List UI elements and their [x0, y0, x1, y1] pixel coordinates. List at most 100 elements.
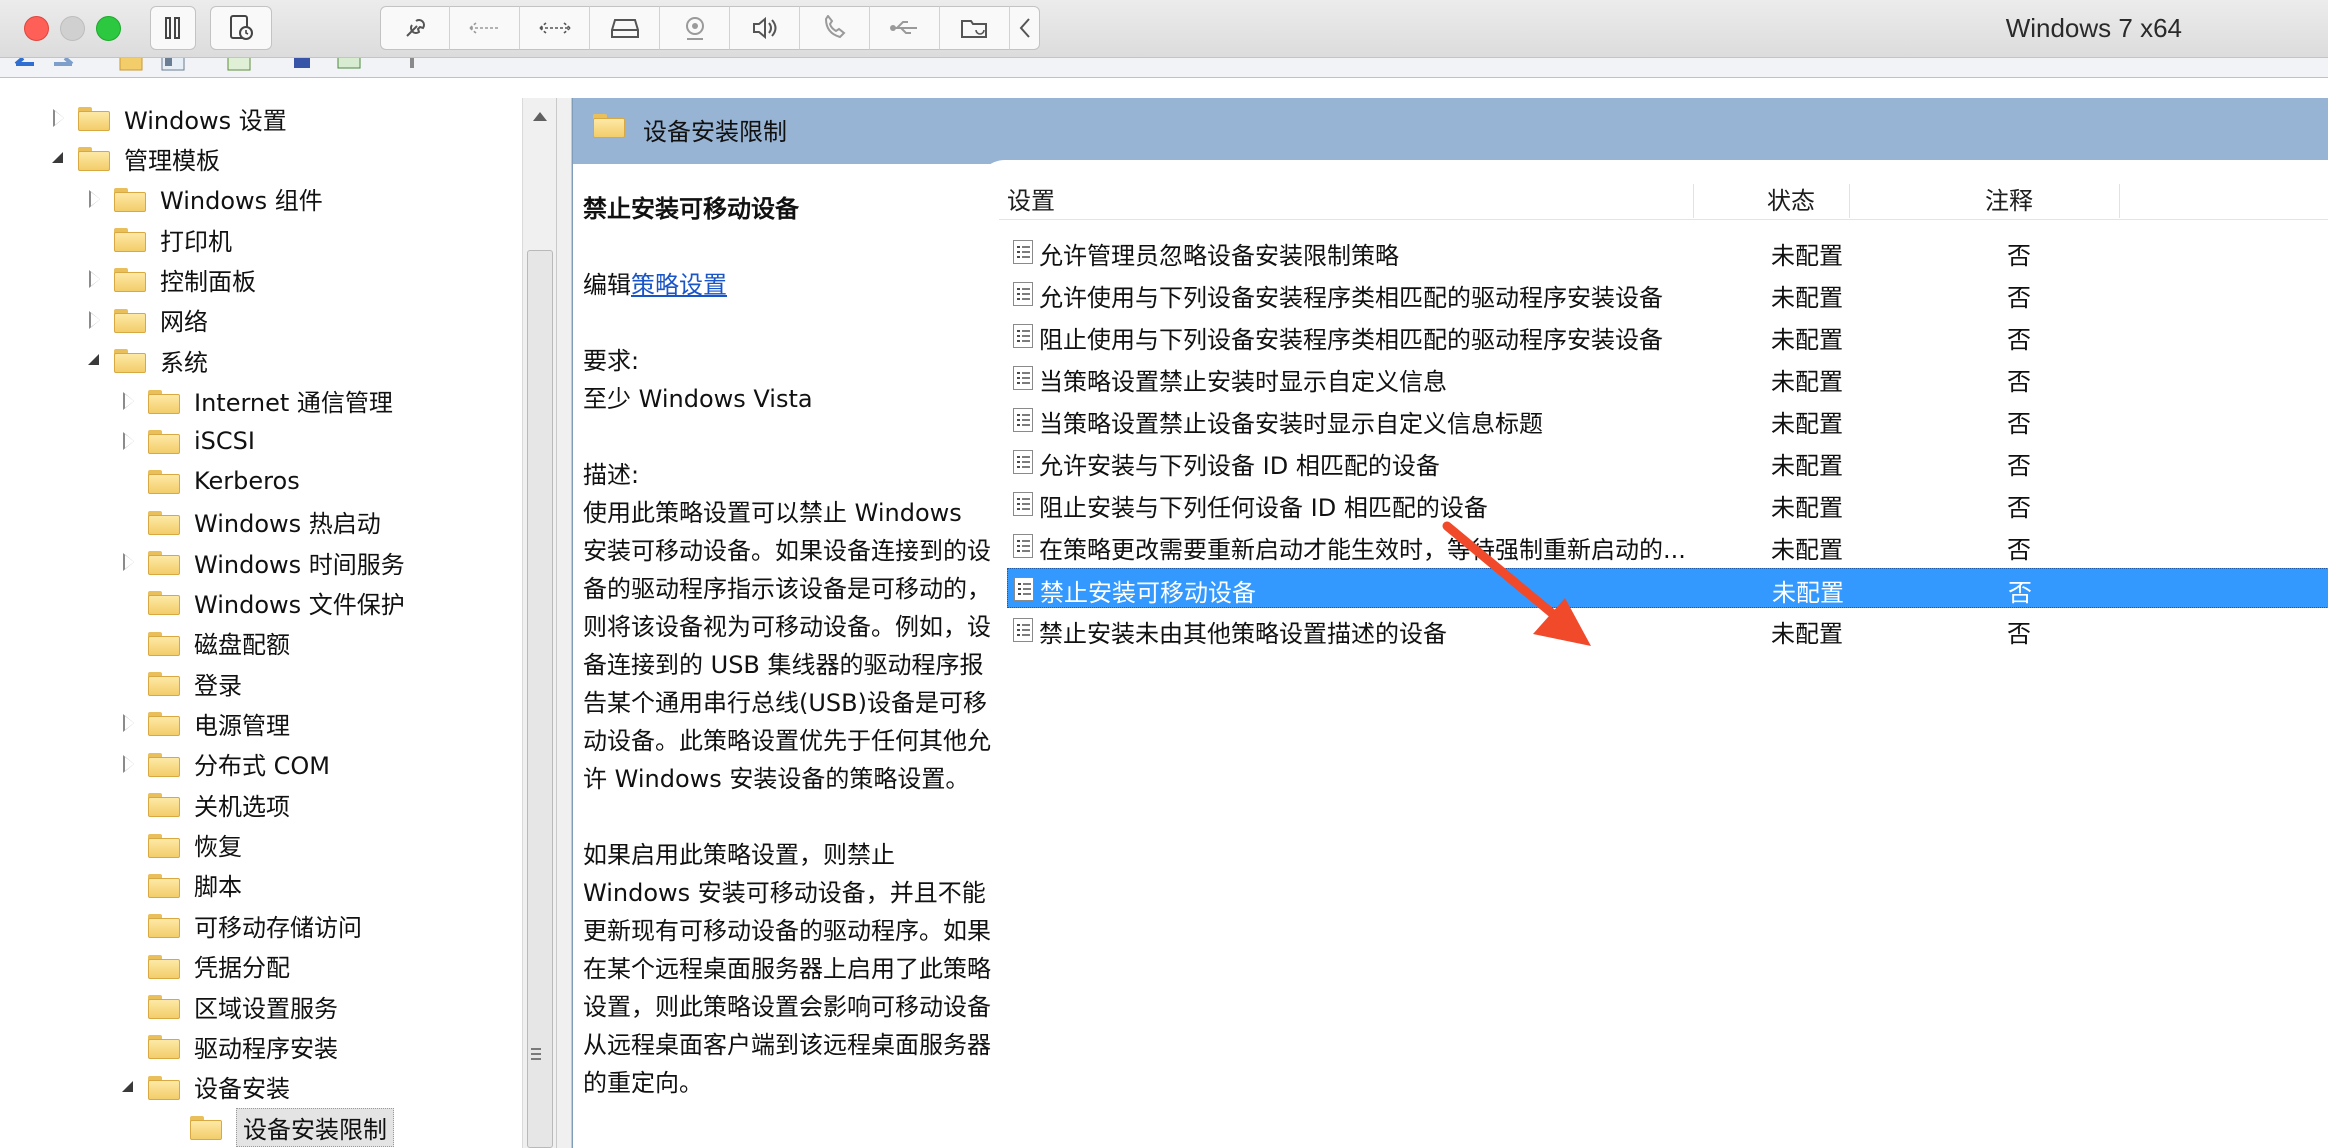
window-maximize-button[interactable] [96, 16, 121, 41]
tree-item[interactable]: 恢复 [120, 825, 242, 865]
policy-row[interactable]: 允许安装与下列设备 ID 相匹配的设备 未配置 否 [1007, 442, 2328, 482]
column-header-state[interactable]: 状态 [1767, 182, 1815, 220]
window-minimize-button[interactable] [60, 16, 85, 41]
collapse-toolbar-button[interactable] [1010, 6, 1040, 50]
column-separator[interactable] [1693, 184, 1694, 218]
policy-row[interactable]: 阻止使用与下列设备安装程序类相匹配的驱动程序安装设备 未配置 否 [1007, 316, 2328, 356]
tree-item[interactable]: 可移动存储访问 [120, 905, 362, 945]
window-close-button[interactable] [24, 16, 49, 41]
folder-icon [114, 347, 146, 374]
tree-item[interactable]: 管理模板 [50, 138, 220, 178]
tree-scrollbar[interactable] [522, 98, 556, 1148]
tree-item[interactable]: Windows 文件保护 [120, 582, 405, 622]
collapsed-arrow-icon[interactable] [50, 98, 70, 138]
pause-button[interactable] [150, 6, 196, 50]
expanded-arrow-icon[interactable] [50, 138, 70, 178]
column-header-setting[interactable]: 设置 [1007, 182, 1055, 220]
policy-row[interactable]: 允许使用与下列设备安装程序类相匹配的驱动程序安装设备 未配置 否 [1007, 274, 2328, 314]
tree-item[interactable]: 控制面板 [86, 259, 256, 299]
tree-item[interactable]: 设备安装 [120, 1067, 290, 1107]
policy-row[interactable]: 当策略设置禁止安装时显示自定义信息 未配置 否 [1007, 358, 2328, 398]
policy-row[interactable]: 禁止安装可移动设备 未配置 否 [1007, 568, 2328, 608]
collapsed-arrow-icon[interactable] [120, 421, 140, 461]
tree-item[interactable]: Windows 组件 [86, 179, 323, 219]
collapsed-arrow-icon[interactable] [120, 381, 140, 421]
show-hide-tree-icon[interactable] [160, 58, 186, 72]
collapsed-arrow-icon[interactable] [120, 703, 140, 743]
pane-splitter[interactable] [556, 98, 572, 1148]
tree-item[interactable]: 凭据分配 [120, 946, 290, 986]
tree-item[interactable]: iSCSI [120, 421, 255, 461]
tree-item-label: 可移动存储访问 [194, 913, 362, 942]
folder-icon [148, 1033, 180, 1060]
tree-scrollbar-thumb[interactable] [527, 250, 553, 1148]
shared-folder-button[interactable] [940, 6, 1010, 50]
tree-item[interactable]: Windows 设置 [50, 98, 287, 138]
tree-item[interactable]: 关机选项 [120, 784, 290, 824]
hard-disk-button[interactable] [590, 6, 660, 50]
back-arrow-icon[interactable] [12, 58, 38, 72]
action-pane-icon[interactable] [336, 58, 362, 72]
tree-item[interactable]: Windows 时间服务 [120, 542, 405, 582]
network-forward-button[interactable] [520, 6, 590, 50]
scroll-up-arrow-icon[interactable] [533, 112, 547, 121]
tree-item[interactable]: Kerberos [120, 461, 300, 501]
tree-item[interactable]: 登录 [120, 663, 242, 703]
tree-item-label: 凭据分配 [194, 954, 290, 983]
collapsed-arrow-icon[interactable] [120, 542, 140, 582]
tree-item[interactable]: 设备安装限制 [162, 1107, 394, 1147]
policy-row[interactable]: 当策略设置禁止设备安装时显示自定义信息标题 未配置 否 [1007, 400, 2328, 440]
vm-title-bar: Windows 7 x64 [0, 0, 2328, 58]
tree-item-label: Windows 组件 [160, 187, 323, 216]
tree-item[interactable]: Internet 通信管理 [120, 381, 393, 421]
export-list-icon[interactable] [226, 58, 252, 72]
column-separator[interactable] [2119, 184, 2120, 218]
collapsed-arrow-icon[interactable] [120, 744, 140, 784]
expanded-arrow-icon[interactable] [120, 1067, 140, 1107]
edit-policy-link[interactable]: 策略设置 [631, 271, 727, 299]
microphone-button[interactable] [800, 6, 870, 50]
tree-item[interactable]: 脚本 [120, 865, 242, 905]
speaker-button[interactable] [730, 6, 800, 50]
tree-item[interactable]: Windows 热启动 [120, 502, 381, 542]
policy-row[interactable]: 允许管理员忽略设备安装限制策略 未配置 否 [1007, 232, 2328, 272]
policy-setting-icon [1013, 618, 1033, 642]
policy-row[interactable]: 在策略更改需要重新启动才能生效时，等待强制重新启动的... 未配置否 [1007, 526, 2328, 566]
tree-item[interactable]: 电源管理 [120, 703, 290, 743]
column-separator[interactable] [1849, 184, 1850, 218]
tree-item-label: 控制面板 [160, 267, 256, 296]
folder-icon [148, 468, 180, 495]
snapshot-button[interactable] [210, 6, 272, 50]
policy-row[interactable]: 阻止安装与下列任何设备 ID 相匹配的设备 未配置 否 [1007, 484, 2328, 524]
policy-name: 允许管理员忽略设备安装限制策略 [1039, 242, 1399, 270]
tree-item[interactable]: 驱动程序安装 [120, 1026, 338, 1066]
filter-icon[interactable] [404, 58, 430, 72]
tree-item[interactable]: 系统 [86, 340, 208, 380]
policy-comment: 否 [2007, 326, 2031, 354]
camera-button[interactable] [660, 6, 730, 50]
forward-arrow-icon[interactable] [50, 58, 76, 72]
up-folder-icon[interactable] [118, 58, 144, 72]
usb-button[interactable] [870, 6, 940, 50]
description-label: 描述: [583, 461, 640, 489]
collapsed-arrow-icon[interactable] [86, 179, 106, 219]
tree-item[interactable]: 磁盘配额 [120, 623, 290, 663]
pane-title: 设备安装限制 [643, 118, 787, 146]
collapsed-arrow-icon[interactable] [86, 300, 106, 340]
hard-disk-icon [610, 19, 639, 38]
tree-item[interactable]: 网络 [86, 300, 208, 340]
column-header-comment[interactable]: 注释 [1985, 182, 2033, 220]
tree-item[interactable]: 分布式 COM [120, 744, 330, 784]
policy-row[interactable]: 禁止安装未由其他策略设置描述的设备 未配置 否 [1007, 610, 2328, 650]
tree-item[interactable]: 区域设置服务 [120, 986, 338, 1026]
tree-item[interactable]: 打印机 [86, 219, 232, 259]
collapsed-arrow-icon[interactable] [86, 259, 106, 299]
policy-comment: 否 [2007, 242, 2031, 270]
folder-icon [78, 105, 110, 131]
network-back-button[interactable] [450, 6, 520, 50]
help-icon[interactable] [290, 58, 316, 72]
settings-button[interactable] [380, 6, 450, 50]
expanded-arrow-icon[interactable] [86, 340, 106, 380]
